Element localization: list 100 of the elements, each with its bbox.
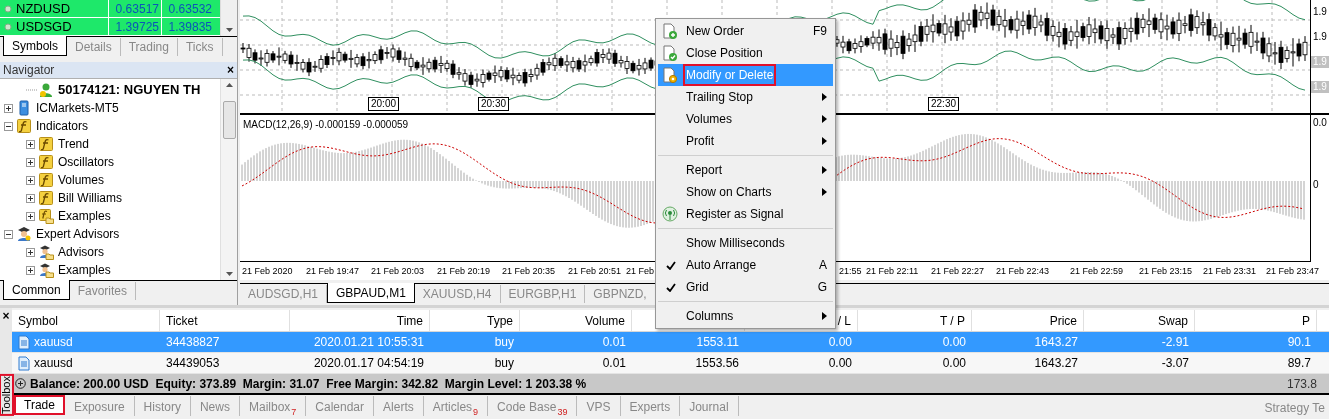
time-label: 21 Feb 20:51 xyxy=(568,265,622,278)
tree-item[interactable]: Trend xyxy=(58,135,89,153)
time-label: 21 Feb 22:11 xyxy=(866,265,919,278)
shortcut-label: G xyxy=(817,279,827,296)
tree-item[interactable]: ICMarkets-MT5 xyxy=(36,99,119,117)
ask-price: 0.63532 xyxy=(161,0,214,18)
table-row[interactable]: xauusd 34439053 2020.01.17 04:54:19 buy 0.01 1553.56 0.00 0.00 1643.27 -3.07 89.7 xyxy=(12,353,1329,374)
expand-icon[interactable] xyxy=(26,247,35,257)
table-cell-text: 2020.01.21 10:55:31 xyxy=(313,334,424,351)
expert-folder-icon xyxy=(38,262,54,278)
column-header[interactable]: Swap xyxy=(1084,310,1195,331)
profit-total: 173.8 xyxy=(1286,375,1317,393)
submenu-arrow-icon xyxy=(822,137,827,145)
time-label: 21 Feb 20:35 xyxy=(502,265,556,278)
collapse-icon[interactable] xyxy=(4,229,13,239)
close-button[interactable]: × xyxy=(227,64,234,76)
expand-icon[interactable] xyxy=(26,193,35,203)
time-marker: 22:30 xyxy=(928,97,960,111)
account-item[interactable]: 50174121: NGUYEN TH xyxy=(58,80,201,100)
expert-icon xyxy=(16,226,32,242)
table-cell-text: 1553.56 xyxy=(695,355,739,372)
scroll-thumb[interactable] xyxy=(222,100,236,139)
scroll-down-icon[interactable] xyxy=(225,272,233,276)
scrollbar[interactable] xyxy=(220,0,237,36)
account-icon xyxy=(38,82,54,98)
expand-icon[interactable] xyxy=(26,265,35,275)
panel-tab[interactable]: Symbols xyxy=(3,36,67,56)
navigator-title: Navigator xyxy=(3,62,55,79)
table-cell-text: 0.00 xyxy=(942,355,966,372)
time-label: 21 Feb 23:31 xyxy=(1203,265,1257,278)
price-label: 1.9 xyxy=(1312,31,1328,43)
table-cell-text: 89.7 xyxy=(1287,355,1311,372)
account-summary: Balance: 200.00 USD Equity: 373.89 Margin: 31.07 Free Margin: 342.82 Margin Level: 1 203.38 % xyxy=(30,375,588,393)
menu-item[interactable]: Auto Arrange A xyxy=(658,254,833,276)
table-cell-text: 2020.01.17 04:54:19 xyxy=(313,355,424,372)
market-row[interactable]: NZDUSD 0.63517 0.63532 xyxy=(0,0,220,18)
table-cell-text: 1643.27 xyxy=(1034,334,1078,351)
expand-icon[interactable] xyxy=(26,211,35,221)
menu-item[interactable]: Close Position xyxy=(658,42,833,64)
function-folder-icon xyxy=(38,208,54,224)
tree-item[interactable]: Bill Williams xyxy=(58,189,122,207)
menu-item[interactable]: Trailing Stop xyxy=(658,86,833,108)
function-icon xyxy=(38,190,54,206)
time-label: 21 Feb 19:47 xyxy=(306,265,360,278)
submenu-arrow-icon xyxy=(822,93,827,101)
expand-icon[interactable] xyxy=(4,103,13,113)
function-icon xyxy=(38,172,54,188)
market-row[interactable]: USDSGD 1.39725 1.39835 xyxy=(0,18,220,36)
tree-item[interactable]: Expert Advisors xyxy=(36,225,120,243)
column-header[interactable]: Symbol xyxy=(12,310,160,331)
bid-price: 1.39725 xyxy=(108,17,161,36)
table-cell-text: 0.00 xyxy=(828,355,852,372)
expand-icon[interactable] xyxy=(26,157,35,167)
tree-item[interactable]: Advisors xyxy=(58,243,104,261)
tree-item[interactable]: Examples xyxy=(58,261,111,279)
column-header[interactable]: Price xyxy=(972,310,1084,331)
menu-item[interactable]: Register as Signal xyxy=(658,203,833,225)
collapse-icon[interactable] xyxy=(4,121,13,131)
new-document-icon xyxy=(662,23,678,39)
menu-item[interactable]: Volumes xyxy=(658,108,833,130)
menu-item[interactable]: Columns xyxy=(658,305,833,327)
menu-item[interactable]: New Order F9 xyxy=(658,20,833,42)
document-gear-icon xyxy=(662,67,678,83)
menu-item[interactable]: Grid G xyxy=(658,276,833,298)
column-header[interactable]: Volume xyxy=(520,310,632,331)
indicator-label: MACD(12,26,9) -0.000159 -0.000059 xyxy=(243,118,409,132)
chart-tab[interactable]: GBPAUD,M1 xyxy=(327,283,415,303)
tree-connector-icon xyxy=(26,89,38,91)
expand-icon[interactable] xyxy=(15,378,26,389)
expand-icon[interactable] xyxy=(26,139,35,149)
expand-icon[interactable] xyxy=(26,175,35,185)
function-icon xyxy=(16,118,32,134)
time-marker: 20:00 xyxy=(368,97,400,111)
menu-item[interactable]: Report xyxy=(658,159,833,181)
column-header[interactable]: Type xyxy=(430,310,520,331)
scrollbar[interactable] xyxy=(220,79,237,280)
shortcut-label: A xyxy=(819,257,827,274)
time-label: 21 Feb 23:47 xyxy=(1266,265,1320,278)
table-cell-text: 0.01 xyxy=(602,355,626,372)
time-label: 21 Feb 22:59 xyxy=(1070,265,1124,278)
table-cell-text: 90.1 xyxy=(1287,334,1311,351)
menu-item[interactable]: Show on Charts xyxy=(658,181,833,203)
tree-item[interactable]: Oscillators xyxy=(58,153,114,171)
tree-item[interactable]: Volumes xyxy=(58,171,105,189)
tree-item[interactable]: Examples xyxy=(58,207,111,225)
menu-item[interactable]: Profit xyxy=(658,130,833,152)
scroll-down-icon[interactable] xyxy=(225,28,233,32)
menu-item[interactable]: Show Milliseconds xyxy=(658,232,833,254)
table-cell-text: 0.00 xyxy=(828,334,852,351)
column-header[interactable]: Ticket xyxy=(160,310,290,331)
column-header[interactable]: Time xyxy=(290,310,430,331)
close-button[interactable]: × xyxy=(2,310,10,322)
table-cell-text: buy xyxy=(494,334,514,351)
column-header[interactable]: P xyxy=(1195,310,1317,331)
scroll-up-icon[interactable] xyxy=(225,83,233,87)
column-header[interactable]: T / P xyxy=(858,310,972,331)
tree-item[interactable]: Indicators xyxy=(36,117,89,135)
panel-tab[interactable]: Common xyxy=(3,280,70,300)
bottom-tab[interactable]: Trade xyxy=(14,395,65,415)
submenu-arrow-icon xyxy=(822,166,827,174)
